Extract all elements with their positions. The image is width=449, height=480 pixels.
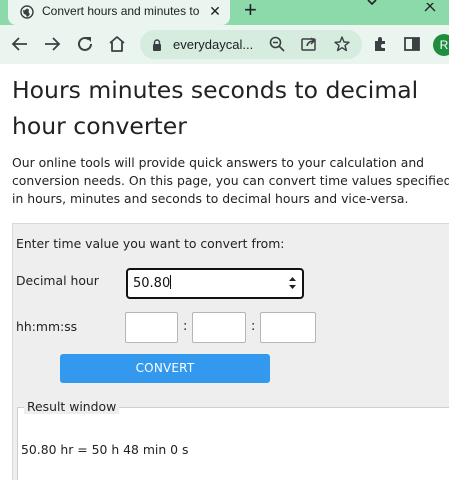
converter-panel: Enter time value you want to convert fro…: [12, 223, 449, 480]
share-icon[interactable]: [300, 35, 318, 53]
address-bar[interactable]: everydaycal...: [140, 30, 362, 59]
browser-toolbar: everydaycal... R: [0, 25, 449, 64]
browser-tab[interactable]: Convert hours and minutes to ✕: [8, 0, 230, 25]
new-tab-button[interactable]: +: [244, 0, 262, 21]
hours-input[interactable]: [125, 312, 178, 343]
decimal-hour-input[interactable]: 50.80: [126, 268, 304, 299]
profile-avatar[interactable]: R: [433, 34, 449, 56]
star-icon[interactable]: [333, 35, 351, 53]
home-icon[interactable]: [106, 33, 128, 55]
tab-close-icon[interactable]: ✕: [207, 2, 223, 20]
text-cursor: [170, 275, 172, 289]
seconds-input[interactable]: [260, 312, 316, 343]
colon-separator: :: [183, 319, 188, 334]
globe-icon: [20, 4, 34, 19]
forward-icon[interactable]: [41, 33, 63, 55]
window-close-icon[interactable]: [424, 0, 436, 12]
intro-text: Our online tools will provide quick answ…: [12, 155, 449, 206]
page-title: Hours minutes seconds to decimal hour co…: [12, 76, 419, 140]
tab-search-icon[interactable]: [366, 0, 378, 6]
minutes-input[interactable]: [192, 312, 246, 343]
url-text[interactable]: everydaycal...: [173, 37, 253, 52]
spinner-icon[interactable]: [288, 274, 297, 292]
back-icon[interactable]: [9, 33, 31, 55]
sidepanel-icon[interactable]: [401, 33, 423, 55]
browser-chrome: Convert hours and minutes to ✕ + everyda…: [0, 0, 449, 64]
result-window: Result window 50.80 hr = 50 h 48 min 0 s: [17, 400, 449, 480]
colon-separator: :: [251, 319, 256, 334]
lock-icon[interactable]: [150, 37, 164, 51]
tab-title: Convert hours and minutes to: [42, 4, 200, 18]
decimal-hour-value: 50.80: [133, 276, 171, 291]
decimal-hour-label: Decimal hour: [16, 273, 99, 288]
convert-prompt: Enter time value you want to convert fro…: [16, 236, 285, 251]
result-text: 50.80 hr = 50 h 48 min 0 s: [21, 442, 189, 457]
result-legend: Result window: [24, 400, 120, 414]
convert-button[interactable]: CONVERT: [60, 354, 270, 383]
hms-label: hh:mm:ss: [16, 319, 78, 334]
extensions-icon[interactable]: [370, 33, 392, 55]
reload-icon[interactable]: [74, 33, 96, 55]
zoom-icon[interactable]: [268, 35, 286, 53]
